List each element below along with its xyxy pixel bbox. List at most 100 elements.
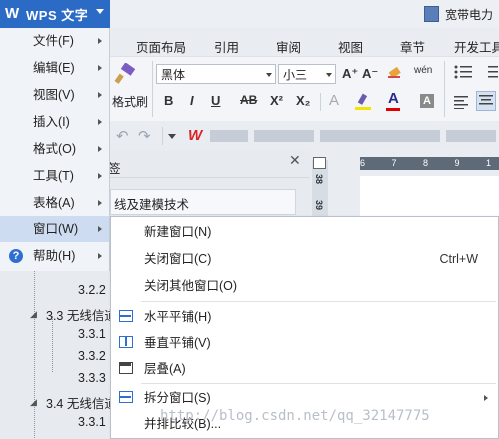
tile-horizontal-icon — [119, 310, 133, 322]
chevron-right-icon — [98, 92, 102, 98]
collapse-triangle-icon[interactable]: ◢ — [30, 309, 37, 320]
app-title: WPS 文字 — [26, 7, 89, 23]
highlight-icon[interactable] — [354, 93, 372, 111]
menu-item-close-window[interactable]: 关闭窗口(C) Ctrl+W — [111, 246, 498, 272]
tab-section[interactable]: 章节 — [400, 37, 425, 56]
nav-selected-label: 线及建模技术 — [114, 198, 190, 212]
bullet-list-icon[interactable] — [454, 65, 474, 79]
menu-item-view[interactable]: 视图(V) — [0, 82, 109, 108]
numbered-list-icon[interactable] — [484, 65, 498, 79]
toolbar-divider — [162, 127, 163, 145]
nav-item[interactable]: 3.2.2 — [78, 283, 106, 297]
ribbon-divider — [444, 61, 445, 117]
customize-dropdown-icon[interactable] — [168, 134, 176, 139]
document-icon — [424, 6, 439, 22]
superscript-button[interactable]: X² — [270, 93, 283, 108]
tree-guide-line — [52, 316, 53, 372]
redo-icon[interactable]: ↷ — [138, 127, 151, 145]
menu-item-label: 工具(T) — [33, 169, 74, 183]
phonetic-guide-icon[interactable]: wén — [414, 65, 432, 76]
shrink-font-button[interactable]: A⁻ — [362, 66, 378, 82]
nav-item[interactable]: 3.3 无线信道 — [46, 305, 117, 324]
tab-view[interactable]: 视图 — [338, 37, 363, 56]
align-center-button[interactable] — [476, 91, 496, 111]
quick-access-toolbar: ↶ ↷ W — [110, 121, 499, 151]
watermark: http://blog.csdn.net/qq_32147775 — [160, 408, 430, 424]
nav-item[interactable]: 3.3.3 — [78, 371, 106, 385]
blurred-region — [446, 130, 496, 142]
align-center-icon — [479, 95, 493, 105]
tab-review[interactable]: 审阅 — [276, 37, 301, 56]
horizontal-ruler: 6 7 8 9 10 11 12 — [360, 157, 499, 170]
chevron-down-icon — [326, 73, 332, 77]
font-size-value: 小三 — [283, 68, 308, 82]
tile-vertical-icon — [119, 336, 133, 348]
menu-item-label: 表格(A) — [33, 196, 75, 210]
menu-item-table[interactable]: 表格(A) — [0, 190, 109, 216]
align-left-icon[interactable] — [454, 95, 470, 109]
nav-item[interactable]: 3.3.2 — [78, 349, 106, 363]
grow-font-button[interactable]: A⁺ — [342, 66, 358, 82]
font-color-button[interactable]: A — [388, 90, 399, 107]
blurred-region — [210, 130, 248, 142]
tab-developer[interactable]: 开发工具 — [454, 37, 499, 56]
subscript-button[interactable]: X₂ — [296, 93, 310, 108]
italic-button[interactable]: I — [190, 93, 194, 108]
menu-item-window[interactable]: 窗口(W) — [0, 216, 109, 242]
wps-icon[interactable]: W — [188, 127, 202, 144]
chevron-down-icon — [96, 9, 104, 14]
menu-item-tools[interactable]: 工具(T) — [0, 163, 109, 189]
collapse-triangle-icon[interactable]: ◢ — [30, 397, 37, 408]
menu-item-format[interactable]: 格式(O) — [0, 136, 109, 162]
chevron-right-icon — [98, 119, 102, 125]
menu-item-label: 窗口(W) — [33, 222, 79, 236]
blurred-region — [254, 130, 314, 142]
menu-item-tile-vertical[interactable]: 垂直平铺(V) — [111, 330, 498, 356]
clear-format-icon[interactable] — [386, 64, 404, 82]
text-effect-icon[interactable]: A — [329, 92, 339, 109]
chevron-right-icon — [98, 173, 102, 179]
format-painter-icon[interactable] — [114, 63, 136, 85]
cascade-icon — [119, 362, 133, 374]
menu-item-label: 垂直平铺(V) — [144, 336, 211, 350]
menu-item-file[interactable]: 文件(F) — [0, 28, 109, 54]
menu-item-new-window[interactable]: 新建窗口(N) — [111, 219, 498, 245]
menu-item-close-other-windows[interactable]: 关闭其他窗口(O) — [111, 273, 498, 299]
menu-item-tile-horizontal[interactable]: 水平平铺(H) — [111, 304, 498, 330]
nav-item[interactable]: 3.4 无线信道 — [46, 393, 117, 412]
menu-separator — [141, 301, 496, 302]
ruler-corner — [313, 157, 326, 169]
char-shading-icon[interactable]: A — [420, 94, 434, 108]
format-painter-label[interactable]: 格式刷 — [112, 93, 148, 110]
shortcut-label: Ctrl+W — [439, 252, 478, 266]
ribbon-panel: 格式刷 黑体 小三 A⁺ A⁻ wén B I U AB X² X₂ A A A — [110, 56, 499, 121]
menu-item-label: 关闭其他窗口(O) — [144, 279, 238, 293]
document-tab-label: 宽带电力 — [445, 7, 494, 22]
menu-item-insert[interactable]: 插入(I) — [0, 109, 109, 135]
close-icon[interactable]: ✕ — [289, 152, 301, 169]
window-submenu: 新建窗口(N) 关闭窗口(C) Ctrl+W 关闭其他窗口(O) 水平平铺(H) … — [110, 216, 499, 439]
icon-stroke — [125, 337, 127, 346]
font-size-select[interactable]: 小三 — [278, 64, 336, 84]
tab-references[interactable]: 引用 — [214, 37, 239, 56]
font-name-select[interactable]: 黑体 — [156, 64, 276, 84]
nav-item[interactable]: 3.3.1 — [78, 327, 106, 341]
menu-item-edit[interactable]: 编辑(E) — [0, 55, 109, 81]
strikethrough-button[interactable]: AB — [240, 93, 257, 107]
menu-item-label: 帮助(H) — [33, 249, 76, 263]
font-color-swatch — [386, 108, 400, 111]
bold-button[interactable]: B — [164, 93, 173, 108]
main-menu: 文件(F) 编辑(E) 视图(V) 插入(I) 格式(O) 工具(T) 表格(A… — [0, 28, 110, 271]
tab-page-layout[interactable]: 页面布局 — [136, 37, 186, 56]
icon-stroke — [120, 363, 131, 366]
ruler-label: 38 — [314, 174, 324, 185]
menu-item-help[interactable]: ? 帮助(H) — [0, 243, 109, 269]
wps-menu-button[interactable]: W WPS 文字 — [0, 0, 110, 28]
menu-item-label: 编辑(E) — [33, 61, 75, 75]
underline-button[interactable]: U — [211, 93, 220, 108]
document-tab[interactable]: 宽带电力 — [424, 3, 493, 25]
menu-item-cascade[interactable]: 层叠(A) — [111, 356, 498, 382]
nav-item[interactable]: 3.3.1 — [78, 415, 106, 429]
undo-icon[interactable]: ↶ — [116, 127, 129, 145]
ribbon-tabs: 页面布局 引用 审阅 视图 章节 开发工具 — [110, 34, 499, 56]
